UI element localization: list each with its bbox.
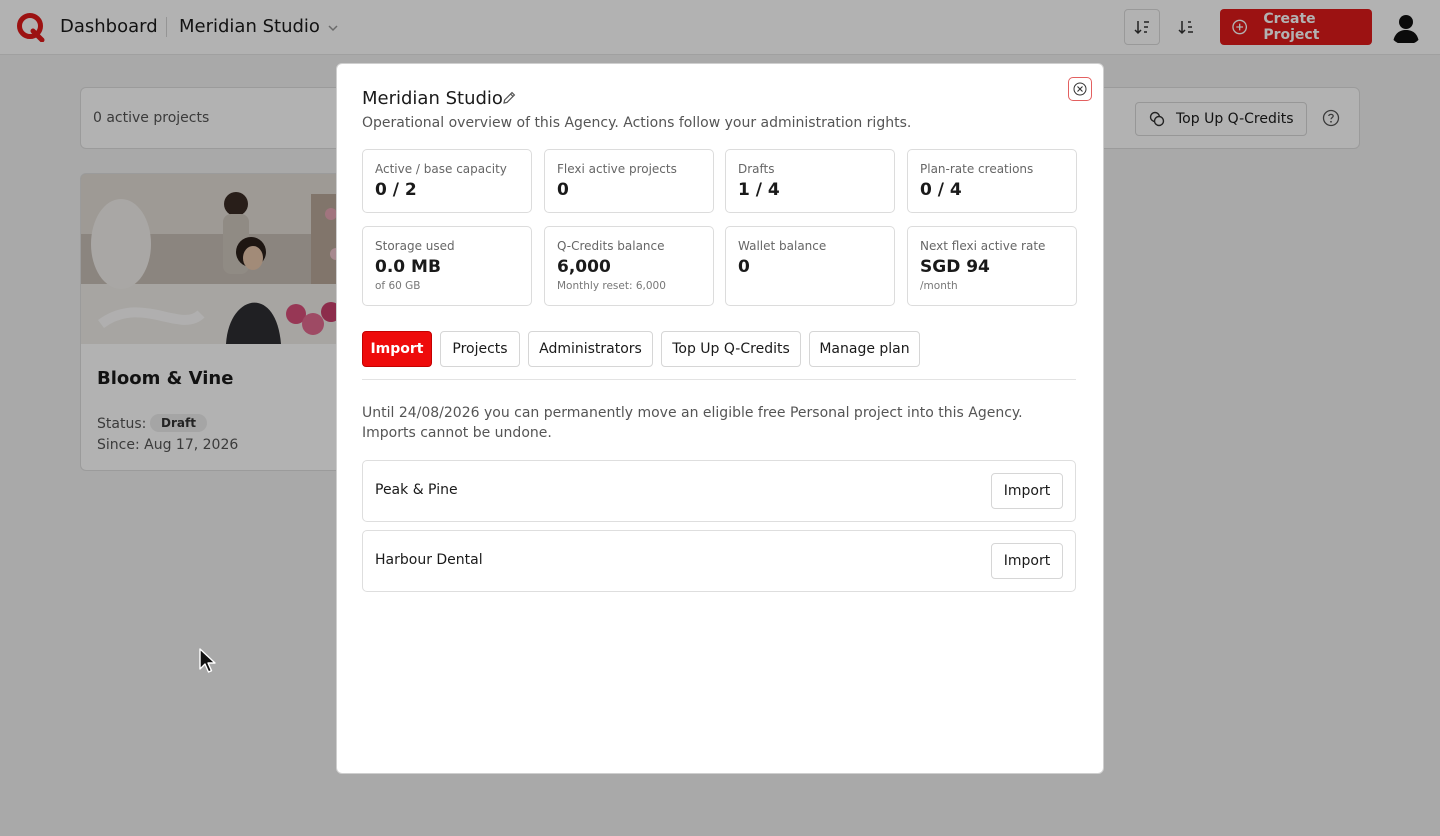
stat-drafts: Drafts 1 / 4: [725, 149, 895, 213]
stat-label: Active / base capacity: [375, 162, 507, 176]
stat-value: 0: [557, 180, 569, 200]
tab-administrators[interactable]: Administrators: [528, 331, 653, 367]
stat-value: 0 / 2: [375, 180, 417, 200]
modal-title: Meridian Studio: [362, 88, 503, 109]
stat-note: /month: [920, 280, 958, 292]
stat-label: Storage used: [375, 239, 455, 253]
stat-flexi-active-projects: Flexi active projects 0: [544, 149, 714, 213]
agency-overview-modal: Meridian Studio Operational overview of …: [336, 63, 1104, 774]
stat-label: Wallet balance: [738, 239, 827, 253]
edit-pencil-icon[interactable]: [501, 90, 517, 106]
stat-value: 0: [738, 257, 750, 277]
stat-value: 0.0 MB: [375, 257, 441, 277]
stat-label: Q-Credits balance: [557, 239, 665, 253]
stat-storage-used: Storage used 0.0 MB of 60 GB: [362, 226, 532, 306]
tabs-divider: [362, 379, 1076, 380]
stat-next-flexi-active-rate: Next flexi active rate SGD 94 /month: [907, 226, 1077, 306]
stat-wallet-balance: Wallet balance 0: [725, 226, 895, 306]
stat-value: 1 / 4: [738, 180, 780, 200]
tab-manage-plan[interactable]: Manage plan: [809, 331, 920, 367]
close-icon: [1073, 82, 1087, 96]
stat-label: Next flexi active rate: [920, 239, 1046, 253]
import-info-text: Until 24/08/2026 you can permanently mov…: [362, 405, 1023, 441]
import-list-item: Harbour Dental Import: [362, 530, 1076, 592]
stat-label: Plan-rate creations: [920, 162, 1034, 176]
stat-note: of 60 GB: [375, 280, 421, 292]
tab-projects[interactable]: Projects: [440, 331, 520, 367]
stat-label: Flexi active projects: [557, 162, 677, 176]
stat-note: Monthly reset: 6,000: [557, 280, 666, 292]
import-project-name: Harbour Dental: [375, 552, 483, 568]
stat-q-credits-balance: Q-Credits balance 6,000 Monthly reset: 6…: [544, 226, 714, 306]
import-button[interactable]: Import: [991, 543, 1063, 579]
tab-import[interactable]: Import: [362, 331, 432, 367]
close-modal-button[interactable]: [1068, 77, 1092, 101]
import-list-item: Peak & Pine Import: [362, 460, 1076, 522]
stat-value: SGD 94: [920, 257, 990, 277]
import-button[interactable]: Import: [991, 473, 1063, 509]
stat-label: Drafts: [738, 162, 775, 176]
import-project-name: Peak & Pine: [375, 482, 458, 498]
modal-subtitle: Operational overview of this Agency. Act…: [362, 115, 912, 131]
mouse-pointer-icon: [199, 648, 216, 673]
stat-plan-rate-creations: Plan-rate creations 0 / 4: [907, 149, 1077, 213]
stat-value: 0 / 4: [920, 180, 962, 200]
stat-active-base-capacity: Active / base capacity 0 / 2: [362, 149, 532, 213]
tab-top-up-q-credits[interactable]: Top Up Q-Credits: [661, 331, 801, 367]
stat-value: 6,000: [557, 257, 611, 277]
